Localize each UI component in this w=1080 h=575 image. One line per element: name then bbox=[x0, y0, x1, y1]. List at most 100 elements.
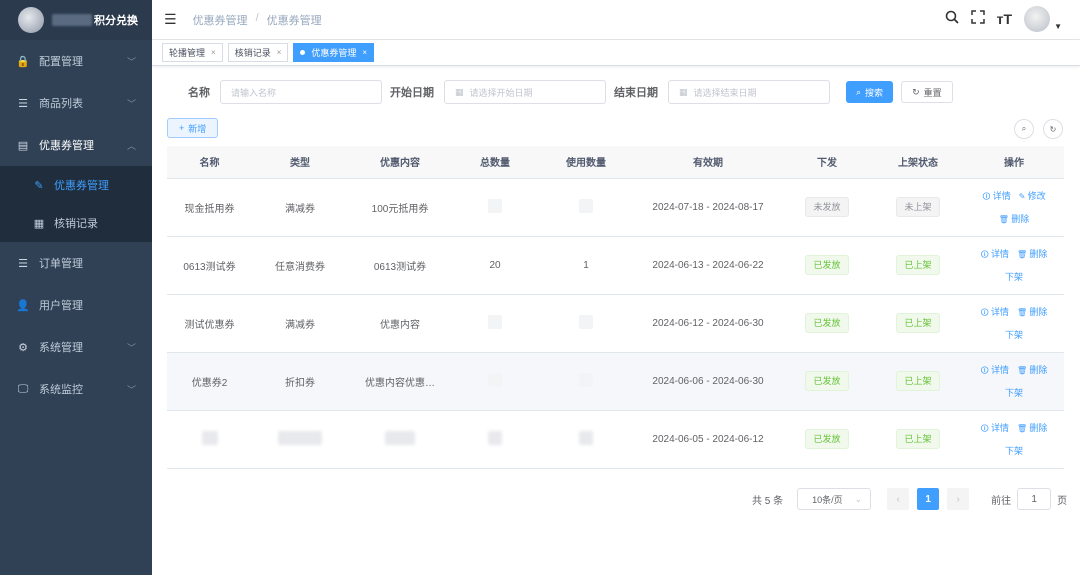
info-icon: 🛈 bbox=[980, 250, 991, 259]
issue-status-badge: 已发放 bbox=[805, 255, 849, 275]
empty-value bbox=[579, 372, 593, 387]
refresh-button[interactable]: ↻ bbox=[1043, 119, 1063, 139]
action-delete-link[interactable]: 🗑 删除 bbox=[1017, 305, 1047, 321]
row-actions: 🛈 详情 🗑 删除下架 bbox=[964, 363, 1064, 399]
tab-tag[interactable]: 核销记录 × bbox=[227, 43, 289, 62]
action-detail-link[interactable]: 🛈 详情 bbox=[981, 247, 1009, 263]
sidebar-item[interactable]: 👤 用户管理 bbox=[0, 284, 152, 326]
sidebar-item[interactable]: ⚙ 系统管理 ﹀ bbox=[0, 326, 152, 368]
cell-type: 折扣券 bbox=[252, 352, 348, 411]
redacted-text bbox=[488, 430, 502, 445]
sidebar-item[interactable]: 🔒 配置管理 ﹀ bbox=[0, 40, 152, 82]
info-icon: 🛈 bbox=[982, 192, 993, 201]
cell-content-text: 0613测试券 bbox=[373, 261, 427, 273]
submenu-item[interactable]: ✎ 优惠券管理 bbox=[0, 166, 152, 204]
page-size-select[interactable]: 10条/页 ⌄ bbox=[797, 488, 872, 510]
table-row: 测试优惠券 满减券 优惠内容 2024-06-12 - 2024-06-30 已发放 已上… bbox=[167, 294, 1064, 353]
cell-name: 测试优惠券 bbox=[167, 294, 252, 353]
reset-button[interactable]: ↻ 重置 bbox=[901, 81, 953, 103]
action-label: 下架 bbox=[1004, 272, 1023, 282]
action-unshelve-link[interactable]: 下架 bbox=[1005, 270, 1023, 283]
close-icon[interactable]: × bbox=[362, 48, 367, 57]
fullscreen-icon[interactable] bbox=[970, 10, 985, 28]
avatar[interactable] bbox=[1024, 6, 1051, 32]
add-button[interactable]: + 新增 bbox=[167, 118, 219, 138]
action-delete-link[interactable]: 🗑 删除 bbox=[1017, 363, 1047, 379]
page-number[interactable]: 1 bbox=[917, 488, 940, 510]
tab-tag[interactable]: 轮播管理 × bbox=[162, 43, 223, 62]
action-edit-link[interactable]: ✎ 修改 bbox=[1019, 189, 1046, 205]
action-unshelve-link[interactable]: 下架 bbox=[1005, 386, 1023, 399]
goto-page-input[interactable]: 1 bbox=[1017, 488, 1052, 510]
action-detail-link[interactable]: 🛈 详情 bbox=[982, 189, 1010, 205]
action-delete-link[interactable]: 🗑 删除 bbox=[999, 212, 1029, 225]
cell-total: 20 bbox=[452, 236, 538, 295]
sidebar-item[interactable]: ☰ 商品列表 ﹀ bbox=[0, 82, 152, 124]
action-unshelve-link[interactable]: 下架 bbox=[1005, 328, 1023, 341]
empty-value bbox=[488, 314, 502, 329]
chevron-down-icon: ﹀ bbox=[126, 57, 136, 67]
action-detail-link[interactable]: 🛈 详情 bbox=[981, 363, 1009, 379]
edit-icon: ✎ bbox=[34, 179, 44, 192]
cell-content-text: 100元抵用券 bbox=[371, 203, 429, 215]
next-page-button[interactable]: › bbox=[947, 488, 970, 510]
toggle-search-button[interactable]: ⌕ bbox=[1014, 119, 1034, 139]
row-actions: 🛈 详情 🗑 删除下架 bbox=[964, 305, 1064, 341]
table-row: 2024-06-05 - 2024-06-12 已发放 已上架 🛈 详情 🗑 删除 下架 bbox=[167, 410, 1064, 469]
submenu-item[interactable]: ▦ 核销记录 bbox=[0, 204, 152, 242]
search-icon[interactable] bbox=[945, 10, 959, 28]
name-input[interactable]: 请输入名称 bbox=[220, 80, 382, 104]
action-unshelve-link[interactable]: 下架 bbox=[1005, 444, 1023, 457]
action-label: 下架 bbox=[1004, 388, 1023, 398]
action-detail-link[interactable]: 🛈 详情 bbox=[981, 421, 1009, 437]
cell-period: 2024-07-18 - 2024-08-17 bbox=[634, 178, 782, 237]
delete-icon: 🗑 bbox=[1017, 366, 1030, 375]
start-date-picker[interactable]: ▦ 请选择开始日期 bbox=[444, 80, 606, 104]
end-date-picker[interactable]: ▦ 请选择结束日期 bbox=[668, 80, 830, 104]
sidebar-item[interactable]: 🖵 系统监控 ﹀ bbox=[0, 368, 152, 410]
action-delete-link[interactable]: 🗑 删除 bbox=[1017, 247, 1047, 263]
action-detail-link[interactable]: 🛈 详情 bbox=[981, 305, 1009, 321]
close-icon[interactable]: × bbox=[277, 48, 282, 57]
list-icon: ☰ bbox=[18, 97, 28, 110]
action-delete-link[interactable]: 🗑 删除 bbox=[1017, 421, 1047, 437]
caret-down-icon[interactable]: ▼ bbox=[1054, 22, 1062, 31]
actions-row: 🛈 详情 🗑 删除 bbox=[981, 247, 1048, 263]
sidebar-item[interactable]: ☰ 订单管理 bbox=[0, 242, 152, 284]
cell-name bbox=[167, 410, 252, 469]
actions-row: 下架 bbox=[1005, 444, 1023, 457]
action-label: 删除 bbox=[1029, 365, 1048, 375]
logo: 积分兑换 bbox=[0, 0, 152, 40]
cell-name-text: 优惠券2 bbox=[191, 377, 228, 389]
breadcrumb-item[interactable]: 优惠券管理 bbox=[193, 12, 248, 28]
close-icon[interactable]: × bbox=[211, 48, 216, 57]
start-date-label: 开始日期 bbox=[390, 87, 434, 99]
cell-period: 2024-06-05 - 2024-06-12 bbox=[634, 410, 782, 469]
hamburger-icon[interactable]: ☰ bbox=[164, 11, 177, 28]
cell-content: 优惠内容 bbox=[348, 294, 452, 353]
user-icon: 👤 bbox=[16, 299, 30, 312]
actions-row: 下架 bbox=[1005, 386, 1023, 399]
search-button[interactable]: ⌕ 搜索 bbox=[846, 81, 894, 103]
calculator-icon: ▦ bbox=[33, 217, 45, 230]
shelf-status-badge: 已上架 bbox=[896, 255, 940, 275]
sidebar-item[interactable]: ▤ 优惠券管理 ︿ bbox=[0, 124, 152, 166]
actions-row: 下架 bbox=[1005, 328, 1023, 341]
cell-shelf: 未上架 bbox=[872, 178, 964, 237]
column-header: 下发 bbox=[782, 146, 872, 179]
column-header: 操作 bbox=[964, 146, 1064, 179]
cell-shelf: 已上架 bbox=[872, 410, 964, 469]
tab-tag[interactable]: 优惠券管理 × bbox=[293, 43, 375, 62]
font-size-icon[interactable]: тT bbox=[997, 11, 1012, 27]
empty-value bbox=[488, 198, 502, 213]
coupon-table: 名称 类型 优惠内容 总数量 使用数量 有效期 下发 上架状态 操作 现金抵用券 满减券 100元抵… bbox=[167, 146, 1064, 469]
row-actions: 🛈 详情 🗑 删除下架 bbox=[964, 421, 1064, 457]
plus-icon: + bbox=[179, 123, 185, 133]
prev-page-button[interactable]: ‹ bbox=[887, 488, 910, 510]
column-header: 总数量 bbox=[452, 146, 538, 179]
delete-icon: 🗑 bbox=[1017, 308, 1030, 317]
action-label: 删除 bbox=[1029, 307, 1048, 317]
table-row: 0613测试券 任意消费券 0613测试券 20 1 2024-06-13 - 2024-… bbox=[167, 236, 1064, 295]
table-body: 现金抵用券 满减券 100元抵用券 2024-07-18 - 2024-08-17 未发… bbox=[167, 178, 1064, 469]
cell-ops: 🛈 详情 🗑 删除下架 bbox=[964, 236, 1064, 295]
